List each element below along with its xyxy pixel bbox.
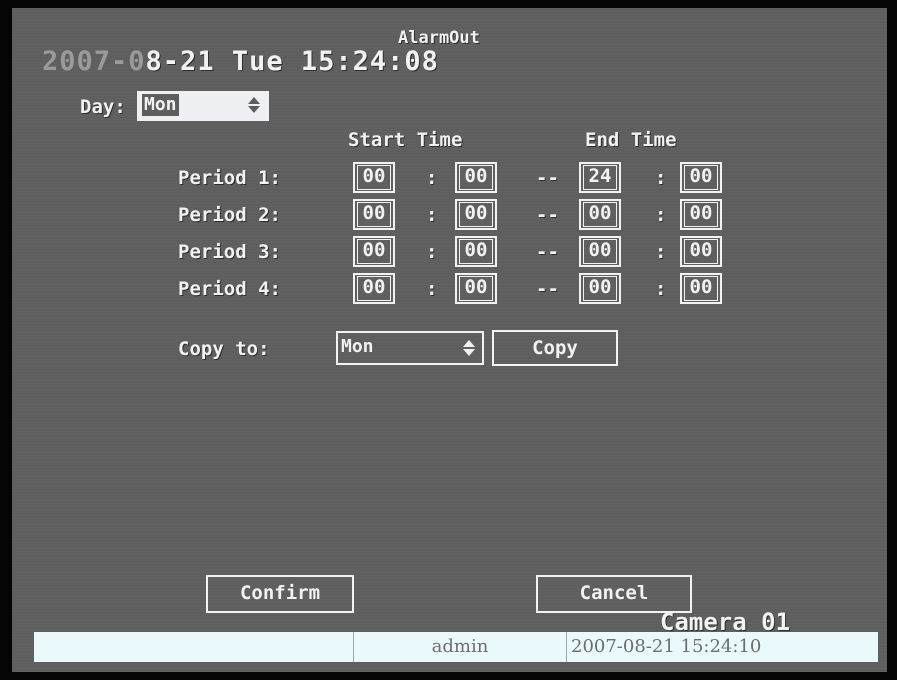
day-select[interactable]: Mon (137, 91, 269, 121)
end-time-header: End Time (585, 129, 677, 151)
osd-clock-bright: 8-21 Tue 15:24:08 (145, 46, 439, 77)
period-4-end-colon: : (655, 278, 667, 300)
period-1-label: Period 1: (178, 167, 281, 189)
status-cell-empty (34, 632, 354, 662)
period-4-start-minute[interactable]: 00 (455, 273, 497, 304)
period-4-start-hour[interactable]: 00 (353, 273, 395, 304)
period-4-dash: -- (536, 278, 559, 300)
osd-clock-dim: 2007-0 (42, 46, 146, 77)
period-2-end-hour[interactable]: 00 (579, 199, 621, 230)
copy-to-label: Copy to: (178, 338, 270, 360)
day-select-value: Mon (142, 94, 179, 116)
period-2-dash: -- (536, 204, 559, 226)
period-3-end-minute[interactable]: 00 (680, 236, 722, 267)
period-1-start-hour[interactable]: 00 (353, 162, 395, 193)
copy-button[interactable]: Copy (492, 330, 618, 366)
period-1-end-hour[interactable]: 24 (579, 162, 621, 193)
period-2-start-minute[interactable]: 00 (455, 199, 497, 230)
start-time-header: Start Time (348, 129, 463, 151)
period-4-end-minute[interactable]: 00 (680, 273, 722, 304)
period-1-start-colon: : (426, 167, 438, 189)
period-1-end-minute[interactable]: 00 (680, 162, 722, 193)
period-3-start-hour[interactable]: 00 (353, 236, 395, 267)
period-3-start-colon: : (426, 241, 438, 263)
period-1-end-colon: : (655, 167, 667, 189)
dvr-screen: AlarmOut 2007-08-21 Tue 15:24:08 Day: Mo… (12, 8, 887, 672)
period-4-start-colon: : (426, 278, 438, 300)
period-2-label: Period 2: (178, 204, 281, 226)
period-3-end-colon: : (655, 241, 667, 263)
period-3-start-minute[interactable]: 00 (455, 236, 497, 267)
osd-clock: 2007-08-21 Tue 15:24:08 (42, 46, 439, 77)
period-2-end-colon: : (655, 204, 667, 226)
confirm-button[interactable]: Confirm (206, 575, 354, 613)
status-user: admin (354, 632, 567, 662)
copy-to-select[interactable]: Mon (336, 331, 484, 365)
day-label: Day: (80, 96, 126, 118)
period-2-start-hour[interactable]: 00 (353, 199, 395, 230)
period-4-end-hour[interactable]: 00 (579, 273, 621, 304)
up-down-arrow-icon (248, 97, 260, 113)
period-3-end-hour[interactable]: 00 (579, 236, 621, 267)
period-4-label: Period 4: (178, 278, 281, 300)
period-3-label: Period 3: (178, 241, 281, 263)
status-bar: admin 2007-08-21 15:24:10 (34, 632, 878, 662)
status-datetime: 2007-08-21 15:24:10 (571, 636, 762, 657)
period-2-end-minute[interactable]: 00 (680, 199, 722, 230)
menu-title: AlarmOut (398, 28, 480, 48)
copy-to-select-value: Mon (341, 336, 374, 357)
period-1-start-minute[interactable]: 00 (455, 162, 497, 193)
up-down-arrow-icon (463, 340, 475, 356)
period-3-dash: -- (536, 241, 559, 263)
period-1-dash: -- (536, 167, 559, 189)
period-2-start-colon: : (426, 204, 438, 226)
